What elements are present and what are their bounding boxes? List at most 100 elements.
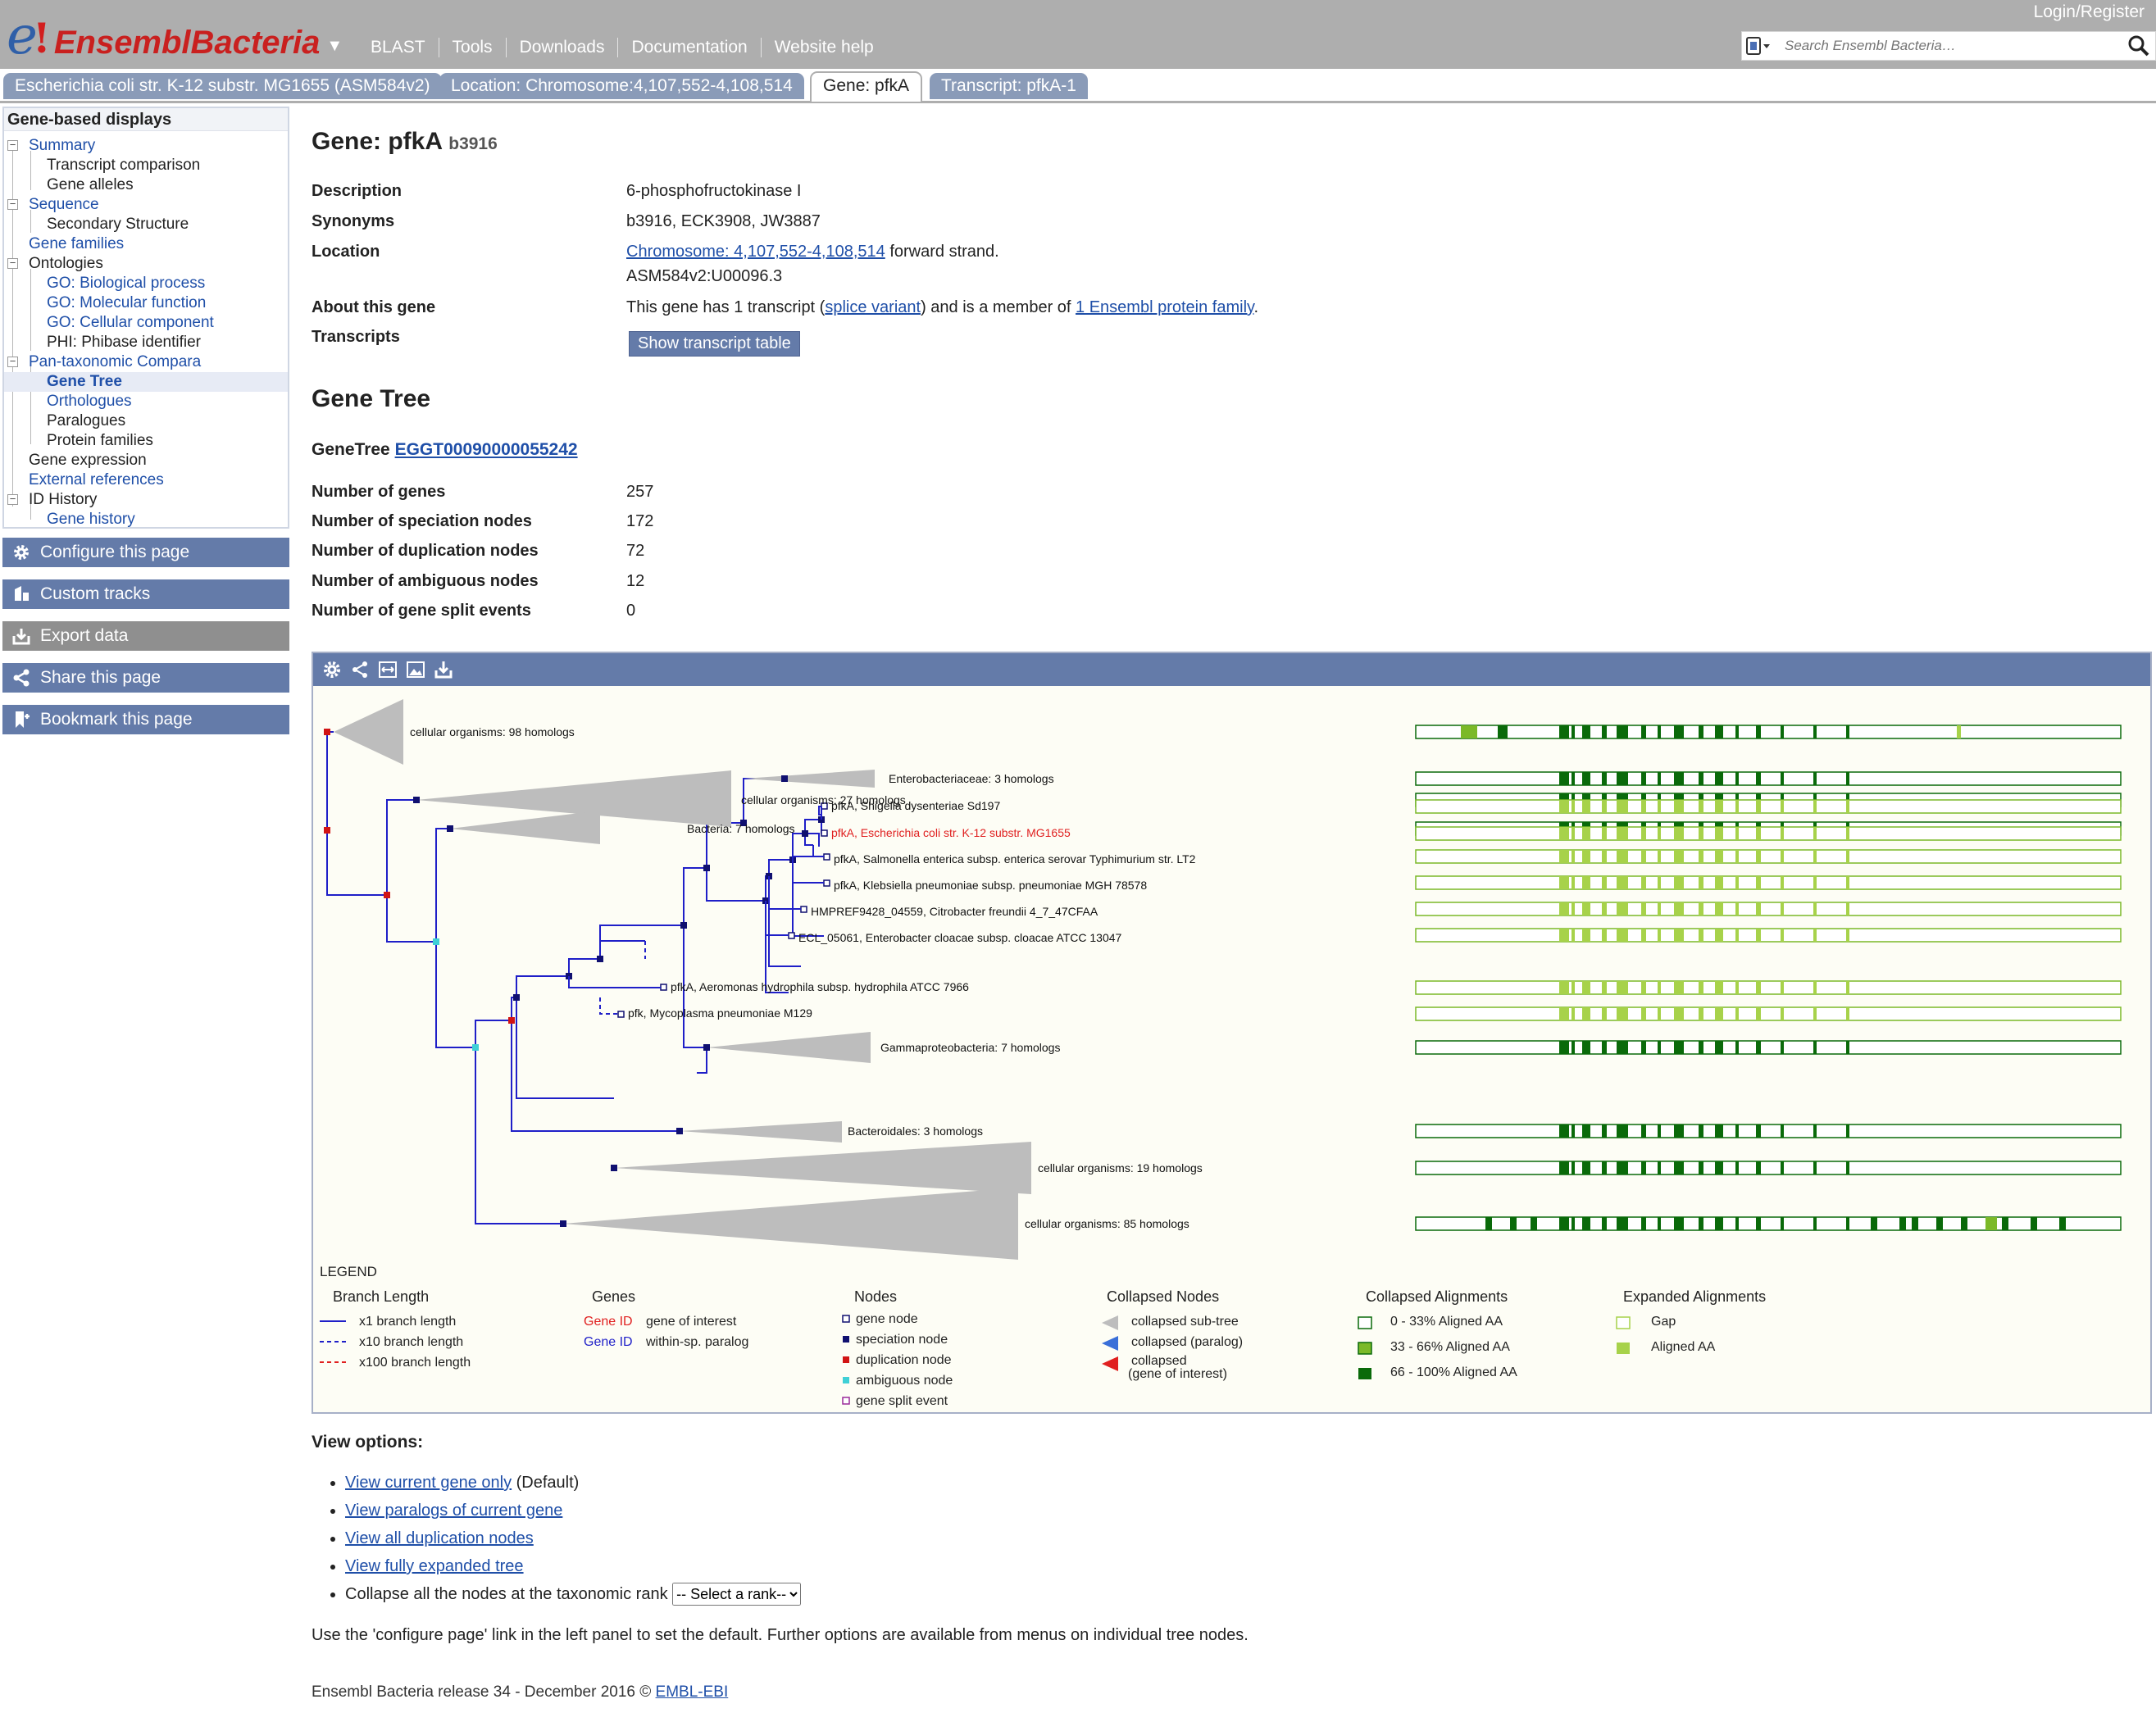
tree-label[interactable]: pfkA, Shigella dysenteriae Sd197 xyxy=(831,799,1000,812)
collapse-icon[interactable]: − xyxy=(7,493,18,505)
sidebar-item-label[interactable]: Gene Tree xyxy=(47,373,122,390)
tree-label[interactable]: Gammaproteobacteria: 7 homologs xyxy=(880,1041,1060,1054)
search-input[interactable] xyxy=(1783,37,2122,55)
collapsed-subtree[interactable] xyxy=(744,770,875,788)
tree-configure-button[interactable] xyxy=(318,657,346,683)
collapsed-subtree[interactable] xyxy=(680,1121,842,1143)
ensembl-logo[interactable]: e ! EnsemblBacteria ▼ xyxy=(7,5,343,62)
ambiguous-node[interactable] xyxy=(472,1044,479,1051)
protein-family-link[interactable]: 1 Ensembl protein family xyxy=(1076,298,1254,316)
collapsed-subtree[interactable] xyxy=(707,1032,871,1063)
export-data-button[interactable]: Export data xyxy=(2,621,289,651)
sidebar-item-sequence[interactable]: − Sequence xyxy=(4,195,288,215)
speciation-node[interactable] xyxy=(676,1128,683,1134)
tree-label[interactable]: HMPREF9428_04559, Citrobacter freundii 4… xyxy=(811,905,1098,918)
view-expanded-tree-link[interactable]: View fully expanded tree xyxy=(345,1557,524,1575)
duplication-node[interactable] xyxy=(324,827,330,834)
tree-share-button[interactable] xyxy=(346,657,374,683)
nav-website-help[interactable]: Website help xyxy=(762,38,887,57)
tree-image-export-button[interactable] xyxy=(402,657,430,683)
collapsed-subtree[interactable] xyxy=(450,811,600,844)
sidebar-item-go-molecular-function[interactable]: GO: Molecular function xyxy=(4,293,288,313)
search-button[interactable] xyxy=(2122,32,2155,60)
gene-node[interactable] xyxy=(823,853,830,861)
sidebar-item-external-references[interactable]: External references xyxy=(4,470,288,490)
speciation-node[interactable] xyxy=(680,922,687,929)
sidebar-item-orthologues[interactable]: Orthologues xyxy=(4,392,288,411)
speciation-node[interactable] xyxy=(703,1044,710,1051)
view-duplication-nodes-link[interactable]: View all duplication nodes xyxy=(345,1529,534,1547)
view-current-gene-link[interactable]: View current gene only xyxy=(345,1474,512,1492)
tree-label[interactable]: Enterobacteriaceae: 3 homologs xyxy=(889,772,1054,785)
sidebar-item-label[interactable]: Gene families xyxy=(29,235,124,252)
show-transcript-table-button[interactable]: Show transcript table xyxy=(629,331,800,357)
tree-label[interactable]: cellular organisms: 19 homologs xyxy=(1038,1161,1203,1174)
genetree-id-link[interactable]: EGGT00090000055242 xyxy=(395,440,578,459)
sidebar-item-gene-tree[interactable]: Gene Tree xyxy=(4,372,288,392)
tree-download-button[interactable] xyxy=(430,657,457,683)
tab-gene[interactable]: Gene: pfkA xyxy=(810,71,923,102)
login-register-link[interactable]: Login/Register xyxy=(2034,2,2145,22)
sidebar-item-label[interactable]: Sequence xyxy=(29,196,99,213)
tree-label[interactable]: Bacteroidales: 3 homologs xyxy=(848,1124,983,1138)
tab-location[interactable]: Location: Chromosome:4,107,552-4,108,514 xyxy=(439,73,804,99)
species-menu-caret-icon[interactable]: ▼ xyxy=(326,30,343,62)
gene-node[interactable] xyxy=(617,1011,625,1018)
custom-tracks-button[interactable]: Custom tracks xyxy=(2,579,289,609)
speciation-node[interactable] xyxy=(703,865,710,871)
speciation-node[interactable] xyxy=(597,956,603,962)
sidebar-item-label[interactable]: GO: Cellular component xyxy=(47,314,214,331)
sidebar-item-label[interactable]: External references xyxy=(29,471,164,488)
tab-species[interactable]: Escherichia coli str. K-12 substr. MG165… xyxy=(3,73,442,99)
search-species-selector[interactable] xyxy=(1745,35,1772,57)
sidebar-item-label[interactable]: GO: Biological process xyxy=(47,275,205,292)
sidebar-item-go-cellular-component[interactable]: GO: Cellular component xyxy=(4,313,288,333)
collapsed-subtree[interactable] xyxy=(563,1188,1018,1260)
speciation-node[interactable] xyxy=(513,994,520,1001)
sidebar-item-gene-history[interactable]: Gene history xyxy=(4,510,288,529)
sidebar-item-label[interactable]: Pan-taxonomic Compara xyxy=(29,353,201,370)
gene-node[interactable] xyxy=(788,932,795,939)
speciation-node[interactable] xyxy=(611,1165,617,1171)
sidebar-item-label[interactable]: Gene history xyxy=(47,511,135,528)
tab-transcript[interactable]: Transcript: pfkA-1 xyxy=(930,73,1088,99)
taxonomic-rank-select[interactable]: -- Select a rank-- xyxy=(672,1583,802,1606)
location-link[interactable]: Chromosome: 4,107,552-4,108,514 xyxy=(626,243,885,261)
gene-node[interactable] xyxy=(823,879,830,887)
tree-label[interactable]: Bacteria: 7 homologs xyxy=(687,822,795,835)
speciation-node[interactable] xyxy=(560,1220,566,1227)
collapsed-subtree[interactable] xyxy=(614,1142,1031,1194)
tree-label[interactable]: cellular organisms: 85 homologs xyxy=(1025,1217,1189,1230)
collapsed-subtree[interactable] xyxy=(334,699,403,765)
ambiguous-node[interactable] xyxy=(433,938,439,945)
nav-tools[interactable]: Tools xyxy=(439,38,507,57)
tree-resize-button[interactable] xyxy=(374,657,402,683)
gene-node[interactable] xyxy=(660,984,667,991)
nav-blast[interactable]: BLAST xyxy=(357,38,439,57)
gene-node[interactable] xyxy=(821,829,828,837)
gene-node[interactable] xyxy=(800,906,807,913)
configure-page-button[interactable]: Configure this page xyxy=(2,538,289,567)
speciation-node[interactable] xyxy=(413,797,420,803)
share-page-button[interactable]: Share this page xyxy=(2,663,289,693)
sidebar-item-label[interactable]: Orthologues xyxy=(47,393,132,410)
splice-variant-link[interactable]: splice variant xyxy=(825,298,921,316)
tree-label[interactable]: pfk, Mycoplasma pneumoniae M129 xyxy=(628,1006,812,1020)
nav-downloads[interactable]: Downloads xyxy=(507,38,619,57)
speciation-node[interactable] xyxy=(802,830,808,837)
speciation-node[interactable] xyxy=(447,825,453,832)
speciation-node[interactable] xyxy=(781,775,788,782)
nav-documentation[interactable]: Documentation xyxy=(618,38,762,57)
sidebar-item-label[interactable]: Summary xyxy=(29,137,95,154)
duplication-node[interactable] xyxy=(508,1017,515,1024)
tree-label[interactable]: pfkA, Salmonella enterica subsp. enteric… xyxy=(834,852,1196,866)
tree-label[interactable]: cellular organisms: 98 homologs xyxy=(410,725,575,738)
sidebar-item-gene-families[interactable]: Gene families xyxy=(4,234,288,254)
sidebar-item-go-biological-process[interactable]: GO: Biological process xyxy=(4,274,288,293)
collapse-icon[interactable]: − xyxy=(7,356,18,367)
sidebar-item-summary[interactable]: − Summary xyxy=(4,136,288,156)
collapse-icon[interactable]: − xyxy=(7,198,18,210)
tree-label[interactable]: pfkA, Aeromonas hydrophila subsp. hydrop… xyxy=(671,980,969,993)
collapse-icon[interactable]: − xyxy=(7,257,18,269)
sidebar-item-pan-taxonomic-compara[interactable]: − Pan-taxonomic Compara xyxy=(4,352,288,372)
